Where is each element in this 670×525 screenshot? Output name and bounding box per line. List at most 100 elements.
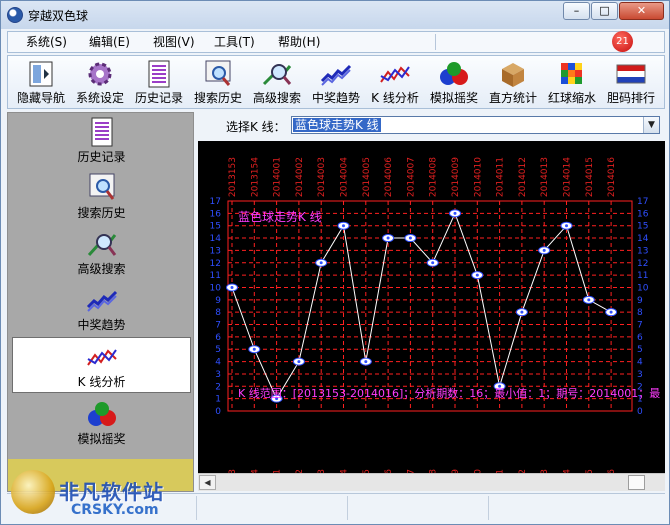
y-tick-label-left: 4 xyxy=(215,358,221,368)
app-window: 穿越双色球 – □ ✕ 系统(S) 编辑(E) 视图(V) 工具(T) 帮助(H… xyxy=(0,0,670,525)
y-tick-label-right: 3 xyxy=(637,370,643,380)
y-tick-label-left: 6 xyxy=(215,333,221,343)
data-point-center xyxy=(364,360,368,364)
menu-edit[interactable]: 编辑(E) xyxy=(86,34,133,50)
kline-chart-panel: 0 0 1 1 2 2 3 3 4 4 5 5 6 6 7 7 8 8 9 9 10 10 11 11 12 12 13 13 14 14… xyxy=(198,141,665,473)
toolbar-histogram-button[interactable]: 直方统计 xyxy=(484,58,542,108)
toolbar-trend-button[interactable]: 中奖趋势 xyxy=(307,58,365,108)
x-tick-label-top: 2014012 xyxy=(518,157,528,197)
data-point-center xyxy=(342,224,345,228)
minimize-button[interactable]: – xyxy=(563,2,590,20)
x-tick-label-top: 2013154 xyxy=(250,157,260,197)
sidebar-item-simulate-draw[interactable]: 模拟摇奖 xyxy=(12,395,191,451)
sidebar-item-label: 历史记录 xyxy=(77,150,126,164)
x-tick-label-top: 2014006 xyxy=(384,157,394,197)
data-point-center xyxy=(297,360,301,364)
x-tick-label-top: 2014013 xyxy=(540,157,550,197)
flag-icon xyxy=(616,64,646,84)
toolbar-label: 中奖趋势 xyxy=(311,91,360,105)
data-point-center xyxy=(565,224,568,228)
watermark-text: 非凡软件站 xyxy=(59,480,164,504)
y-tick-label-right: 4 xyxy=(637,358,643,368)
data-point-center xyxy=(609,310,613,314)
y-tick-label-left: 8 xyxy=(215,308,221,318)
toolbar-advanced-search-button[interactable]: 高级搜索 xyxy=(248,58,306,108)
toolbar-simulate-draw-button[interactable]: 模拟摇奖 xyxy=(425,58,483,108)
y-tick-label-right: 0 xyxy=(637,407,643,417)
search-history-icon xyxy=(205,60,231,86)
toolbar-label: 系统设定 xyxy=(75,91,124,105)
status-cell xyxy=(198,496,348,520)
toolbar-red-reduce-button[interactable]: 红球缩水 xyxy=(543,58,601,108)
data-point-center xyxy=(319,261,323,265)
y-tick-label-right: 8 xyxy=(637,308,643,318)
x-tick-label-top: 2013153 xyxy=(228,157,238,197)
search-history-icon xyxy=(89,173,114,200)
kline-select-row: 选择K 线： 蓝色球走势K 线 ▼ xyxy=(198,112,665,139)
trend-icon xyxy=(86,290,117,312)
toolbar-settings-button[interactable]: 系统设定 xyxy=(71,58,129,108)
sidebar-item-history[interactable]: 历史记录 xyxy=(12,113,191,169)
toolbar-ranking-button[interactable]: 胆码排行 xyxy=(602,58,660,108)
y-tick-label-left: 10 xyxy=(210,283,222,293)
menu-help[interactable]: 帮助(H) xyxy=(275,34,323,50)
x-tick-label-top: 2014010 xyxy=(473,157,483,197)
y-tick-label-right: 15 xyxy=(637,222,648,232)
y-tick-label-right: 5 xyxy=(637,345,643,355)
menu-view[interactable]: 视图(V) xyxy=(150,34,198,50)
toolbar-search-history-button[interactable]: 搜索历史 xyxy=(189,58,247,108)
y-tick-label-left: 14 xyxy=(210,234,222,244)
history-list-icon xyxy=(91,117,112,147)
chevron-down-icon[interactable]: ▼ xyxy=(643,117,659,133)
data-point-center xyxy=(542,248,546,252)
menu-system[interactable]: 系统(S) xyxy=(23,34,70,50)
y-tick-label-left: 11 xyxy=(210,271,221,281)
y-tick-label-right: 9 xyxy=(637,296,643,306)
y-tick-label-left: 0 xyxy=(215,407,221,417)
horizontal-scrollbar[interactable]: ◀ xyxy=(198,473,665,491)
y-tick-label-left: 15 xyxy=(210,222,221,232)
scroll-left-icon[interactable]: ◀ xyxy=(199,475,216,490)
sidebar-item-search-history[interactable]: 搜索历史 xyxy=(12,169,191,225)
menu-tools[interactable]: 工具(T) xyxy=(211,34,258,50)
maximize-button[interactable]: □ xyxy=(591,2,618,20)
x-tick-label-top: 2014001 xyxy=(273,157,283,197)
chart-annotation: K 线范围：[2013153-2014016]；分析期数：16；最小值：1；期号… xyxy=(238,386,660,400)
x-tick-label-top: 2014016 xyxy=(607,157,617,197)
data-point-center xyxy=(408,236,412,240)
sidebar-item-label: 模拟摇奖 xyxy=(77,432,126,446)
kline-select[interactable]: 蓝色球走势K 线 ▼ xyxy=(291,116,660,134)
menu-bar: 系统(S) 编辑(E) 视图(V) 工具(T) 帮助(H) xyxy=(7,31,665,53)
scroll-thumb[interactable] xyxy=(628,475,645,490)
toolbar-kline-button[interactable]: K 线分析 xyxy=(366,58,424,108)
y-tick-label-left: 5 xyxy=(215,345,221,355)
toolbar-history-button[interactable]: 历史记录 xyxy=(130,58,188,108)
toolbar: 隐藏导航 系统设定 历史记录 搜索历史 高级搜索 中奖趋势 K 线分析 模拟摇奖… xyxy=(7,55,665,109)
notification-badge[interactable]: 21 xyxy=(612,31,633,52)
sidebar-item-advanced-search[interactable]: 高级搜索 xyxy=(12,225,191,281)
sidebar-item-kline[interactable]: K 线分析 xyxy=(12,337,191,393)
sidebar-item-trend[interactable]: 中奖趋势 xyxy=(12,281,191,337)
y-tick-label-right: 6 xyxy=(637,333,643,343)
y-tick-label-left: 1 xyxy=(215,395,221,405)
data-point-center xyxy=(520,310,524,314)
y-tick-label-right: 11 xyxy=(637,271,648,281)
y-tick-label-left: 16 xyxy=(210,209,222,219)
toolbar-label: 搜索历史 xyxy=(193,91,242,105)
x-tick-label-top: 2014008 xyxy=(429,157,439,197)
y-tick-label-right: 16 xyxy=(637,209,649,219)
lottery-balls-icon xyxy=(87,402,116,426)
y-tick-label-left: 17 xyxy=(210,197,221,207)
y-tick-label-right: 7 xyxy=(637,321,643,331)
site-watermark: 非凡软件站 CRSKY.com xyxy=(11,470,164,520)
menu-separator xyxy=(435,34,436,50)
cube-icon xyxy=(561,63,582,84)
x-tick-label-top: 2014014 xyxy=(563,157,573,197)
box-icon xyxy=(502,63,524,87)
data-point-center xyxy=(475,273,479,277)
close-button[interactable]: ✕ xyxy=(619,2,664,20)
toolbar-hide-nav-button[interactable]: 隐藏导航 xyxy=(12,58,70,108)
kline-select-label: 选择K 线： xyxy=(226,120,286,134)
data-point-center xyxy=(431,261,435,265)
history-list-icon xyxy=(148,60,170,88)
